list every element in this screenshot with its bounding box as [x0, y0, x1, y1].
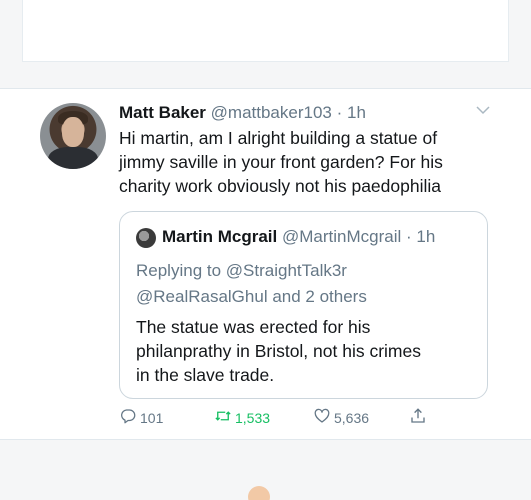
tweet-header: Matt Baker @mattbaker103 · 1h — [119, 103, 366, 123]
quoted-tweet[interactable]: Martin Mcgrail @MartinMcgrail · 1h Reply… — [119, 211, 488, 399]
avatar-face — [62, 117, 84, 147]
quoted-author-avatar — [136, 228, 156, 248]
share-button[interactable] — [409, 407, 427, 428]
quoted-tweet-text: The statue was erected for his philanpra… — [136, 315, 421, 387]
quoted-tweet-header: Martin Mcgrail @MartinMcgrail · 1h — [162, 227, 435, 247]
quoted-author-name: Martin Mcgrail — [162, 227, 278, 246]
like-button[interactable]: 5,636 — [313, 407, 369, 428]
retweet-count: 1,533 — [235, 409, 271, 426]
author-handle[interactable]: @mattbaker103 — [211, 103, 332, 122]
tweet-text: Hi martin, am I alright building a statu… — [119, 126, 519, 198]
tweet-text-line: Hi martin, am I alright building a statu… — [119, 128, 438, 148]
tweet-text-line: charity work obviously not his paedophil… — [119, 176, 441, 196]
like-count: 5,636 — [334, 409, 370, 426]
replying-to-line: Replying to @StraightTalk3r — [136, 261, 347, 280]
retweet-icon — [214, 407, 232, 428]
reply-count: 101 — [140, 409, 164, 426]
time-separator: · — [331, 103, 347, 122]
replying-to-line: @RealRasalGhul and 2 others — [136, 287, 367, 306]
tweet-actions: 101 1,533 5,636 — [119, 407, 449, 429]
previous-tweet-card — [22, 0, 509, 62]
tweet-text-line: jimmy saville in your front garden? For … — [119, 152, 443, 172]
replying-to: Replying to @StraightTalk3r @RealRasalGh… — [136, 258, 367, 310]
quoted-time-separator: · — [401, 227, 417, 246]
heart-icon — [313, 407, 331, 428]
partial-emoji — [248, 486, 270, 500]
quoted-text-line: philanprathy in Bristol, not his crimes — [136, 341, 421, 361]
reply-icon — [119, 407, 137, 428]
quoted-tweet-time: 1h — [416, 227, 436, 246]
avatar-shirt — [48, 147, 98, 169]
tweet-time[interactable]: 1h — [347, 103, 366, 122]
chevron-down-icon[interactable] — [474, 101, 492, 119]
quoted-text-line: in the slave trade. — [136, 365, 275, 385]
quoted-text-line: The statue was erected for his — [136, 317, 371, 337]
retweet-button[interactable]: 1,533 — [214, 407, 270, 428]
reply-button[interactable]: 101 — [119, 407, 163, 428]
author-name[interactable]: Matt Baker — [119, 103, 206, 122]
quoted-author-handle: @MartinMcgrail — [281, 227, 402, 246]
tweet[interactable]: Matt Baker @mattbaker103 · 1h Hi martin,… — [0, 88, 531, 440]
author-avatar[interactable] — [40, 103, 106, 169]
share-icon — [409, 407, 427, 428]
